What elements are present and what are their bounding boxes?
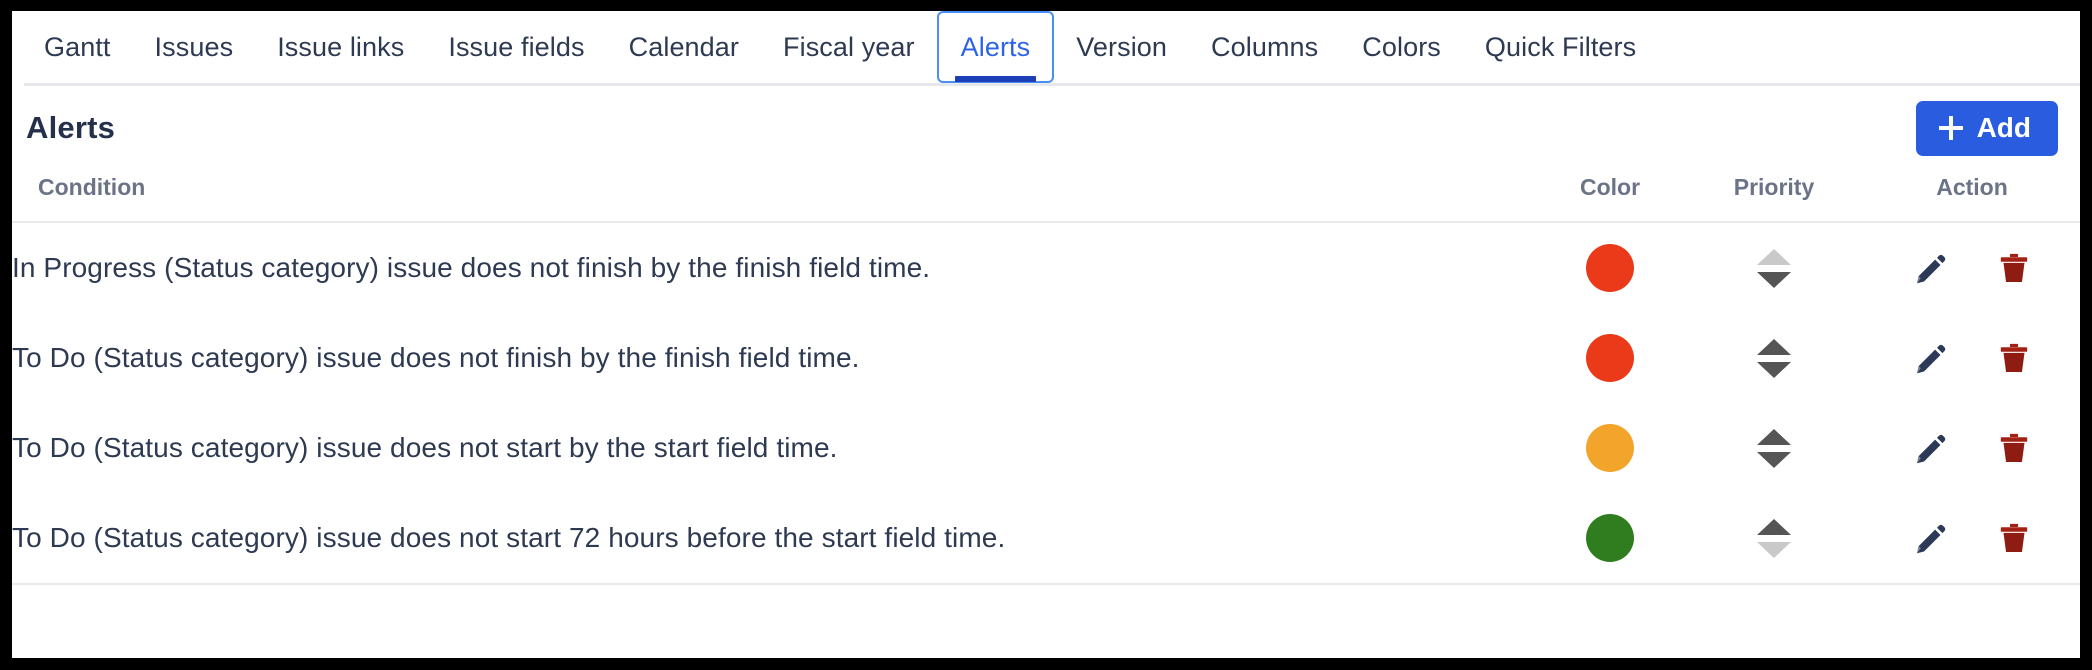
tab-version[interactable]: Version <box>1054 11 1189 83</box>
trash-icon <box>2000 523 2028 552</box>
cell-color <box>1530 222 1690 313</box>
delete-alert-button[interactable] <box>1996 250 2032 286</box>
cell-priority <box>1690 493 1858 585</box>
edit-alert-button[interactable] <box>1912 339 1950 377</box>
color-swatch[interactable] <box>1586 244 1634 292</box>
tab-label: Colors <box>1362 31 1441 62</box>
pencil-icon <box>1917 254 1946 284</box>
move-up-icon[interactable] <box>1757 518 1791 535</box>
tab-label: Version <box>1076 31 1168 62</box>
alerts-settings-panel: Gantt Issues Issue links Issue fields Ca… <box>12 11 2080 658</box>
tab-calendar[interactable]: Calendar <box>607 11 761 83</box>
table-body: In Progress (Status category) issue does… <box>12 222 2080 585</box>
table-row: To Do (Status category) issue does not s… <box>12 403 2080 493</box>
delete-alert-button[interactable] <box>1996 520 2032 556</box>
cell-action <box>1858 493 2080 585</box>
column-header-priority: Priority <box>1690 164 1858 223</box>
move-up-icon[interactable] <box>1757 248 1791 265</box>
move-down-icon[interactable] <box>1757 361 1791 378</box>
tab-label: Columns <box>1211 31 1319 62</box>
color-swatch[interactable] <box>1586 334 1634 382</box>
action-buttons <box>1858 403 2080 493</box>
tab-label: Quick Filters <box>1484 31 1637 62</box>
trash-icon <box>2000 433 2028 462</box>
cell-condition: To Do (Status category) issue does not f… <box>12 342 860 373</box>
priority-stepper[interactable] <box>1757 428 1791 468</box>
tab-label: Issue links <box>277 31 405 62</box>
tab-gantt[interactable]: Gantt <box>22 11 133 83</box>
table-header: Condition Color Priority Action <box>12 164 2080 223</box>
tab-issues[interactable]: Issues <box>133 11 256 83</box>
settings-tab-bar: Gantt Issues Issue links Issue fields Ca… <box>12 11 2080 86</box>
active-tab-indicator <box>954 76 1037 82</box>
tab-label: Calendar <box>628 31 739 62</box>
priority-stepper[interactable] <box>1757 248 1791 288</box>
table-row: To Do (Status category) issue does not f… <box>12 313 2080 403</box>
page-header: Alerts Add <box>12 86 2080 164</box>
trash-icon <box>2000 343 2028 372</box>
pencil-icon <box>1917 344 1946 374</box>
cell-priority <box>1690 313 1858 403</box>
edit-alert-button[interactable] <box>1912 249 1950 287</box>
delete-alert-button[interactable] <box>1996 340 2032 376</box>
color-swatch[interactable] <box>1586 514 1634 562</box>
tab-label: Issue fields <box>448 31 585 62</box>
cell-condition: To Do (Status category) issue does not s… <box>12 432 838 463</box>
page-title: Alerts <box>26 110 116 145</box>
priority-stepper[interactable] <box>1757 338 1791 378</box>
tab-colors[interactable]: Colors <box>1340 11 1463 83</box>
column-header-action: Action <box>1858 164 2080 223</box>
table-header-row: Condition Color Priority Action <box>12 164 2080 223</box>
cell-action <box>1858 313 2080 403</box>
cell-color <box>1530 403 1690 493</box>
action-buttons <box>1858 493 2080 583</box>
tab-bar-divider <box>24 83 2080 86</box>
screenshot-frame: Gantt Issues Issue links Issue fields Ca… <box>0 0 2092 670</box>
cell-priority <box>1690 403 1858 493</box>
table-row: To Do (Status category) issue does not s… <box>12 493 2080 585</box>
priority-stepper[interactable] <box>1757 518 1791 558</box>
tab-alerts[interactable]: Alerts <box>936 11 1055 83</box>
action-buttons <box>1858 223 2080 313</box>
pencil-icon <box>1917 434 1946 464</box>
action-buttons <box>1858 313 2080 403</box>
cell-condition: In Progress (Status category) issue does… <box>12 252 931 283</box>
trash-icon <box>2000 253 2028 282</box>
move-up-icon[interactable] <box>1757 338 1791 355</box>
alerts-table: Condition Color Priority Action In Progr… <box>12 164 2080 585</box>
tab-quick-filters[interactable]: Quick Filters <box>1463 11 1658 83</box>
cell-action <box>1858 403 2080 493</box>
edit-alert-button[interactable] <box>1912 519 1950 557</box>
move-up-icon[interactable] <box>1757 428 1791 445</box>
column-header-color: Color <box>1530 164 1690 223</box>
delete-alert-button[interactable] <box>1996 430 2032 466</box>
tab-fiscal-year[interactable]: Fiscal year <box>761 11 937 83</box>
cell-color <box>1530 493 1690 585</box>
add-button-label: Add <box>1976 111 2031 143</box>
tab-label: Gantt <box>44 31 111 62</box>
add-alert-button[interactable]: Add <box>1915 100 2058 156</box>
edit-alert-button[interactable] <box>1912 429 1950 467</box>
tab-issue-links[interactable]: Issue links <box>255 11 426 83</box>
tab-label: Alerts <box>960 31 1031 62</box>
table-row: In Progress (Status category) issue does… <box>12 222 2080 313</box>
tab-issue-fields[interactable]: Issue fields <box>426 11 606 83</box>
cell-condition: To Do (Status category) issue does not s… <box>12 493 1530 585</box>
column-header-condition: Condition <box>12 164 1530 223</box>
color-swatch[interactable] <box>1586 424 1634 472</box>
plus-icon <box>1938 115 1963 140</box>
tab-label: Fiscal year <box>783 31 915 62</box>
move-down-icon[interactable] <box>1757 541 1791 558</box>
cell-color <box>1530 313 1690 403</box>
tab-label: Issues <box>154 31 234 62</box>
cell-action <box>1858 222 2080 313</box>
cell-priority <box>1690 222 1858 313</box>
move-down-icon[interactable] <box>1757 451 1791 468</box>
pencil-icon <box>1917 524 1946 554</box>
tab-columns[interactable]: Columns <box>1189 11 1340 83</box>
move-down-icon[interactable] <box>1757 271 1791 288</box>
